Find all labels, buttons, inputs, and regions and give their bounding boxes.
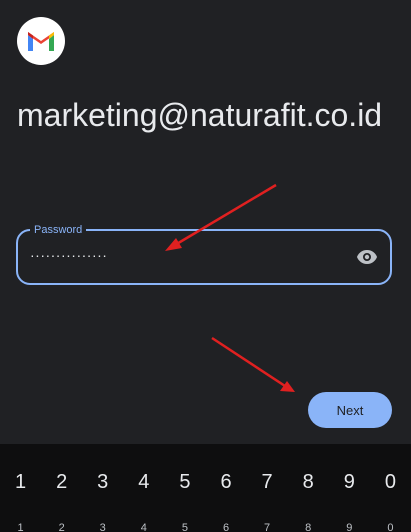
lower-key-7[interactable]: 7 (249, 521, 285, 532)
lower-key-4[interactable]: 4 (126, 521, 162, 532)
password-label: Password (30, 222, 87, 238)
eye-icon[interactable] (356, 247, 378, 267)
password-field[interactable]: Password ··············· (16, 222, 392, 285)
lower-key-6[interactable]: 6 (208, 521, 244, 532)
lower-key-9[interactable]: 9 (331, 521, 367, 532)
key-5[interactable]: 5 (167, 470, 203, 494)
password-input-value[interactable]: ··············· (30, 247, 107, 263)
key-9[interactable]: 9 (331, 470, 367, 494)
sign-in-screen: marketing@naturafit.co.id Password ·····… (0, 0, 411, 532)
gmail-logo-icon (17, 17, 65, 65)
account-email: marketing@naturafit.co.id (17, 97, 383, 133)
arrow-to-next (211, 336, 295, 392)
numeric-keyboard: 1 2 3 4 5 6 7 8 9 0 1 2 3 4 5 6 7 8 9 0 (0, 444, 411, 532)
key-4[interactable]: 4 (126, 470, 162, 494)
lower-key-8[interactable]: 8 (290, 521, 326, 532)
keyboard-number-row: 1 2 3 4 5 6 7 8 9 0 (0, 470, 411, 494)
lower-key-1[interactable]: 1 (3, 521, 39, 532)
key-2[interactable]: 2 (44, 470, 80, 494)
key-8[interactable]: 8 (290, 470, 326, 494)
keyboard-lower-row: 1 2 3 4 5 6 7 8 9 0 (0, 521, 411, 532)
key-7[interactable]: 7 (249, 470, 285, 494)
next-button[interactable]: Next (308, 392, 392, 428)
key-6[interactable]: 6 (208, 470, 244, 494)
key-1[interactable]: 1 (3, 470, 39, 494)
key-3[interactable]: 3 (85, 470, 121, 494)
key-0[interactable]: 0 (372, 470, 408, 494)
lower-key-0[interactable]: 0 (372, 521, 408, 532)
lower-key-3[interactable]: 3 (85, 521, 121, 532)
lower-key-5[interactable]: 5 (167, 521, 203, 532)
lower-key-2[interactable]: 2 (44, 521, 80, 532)
